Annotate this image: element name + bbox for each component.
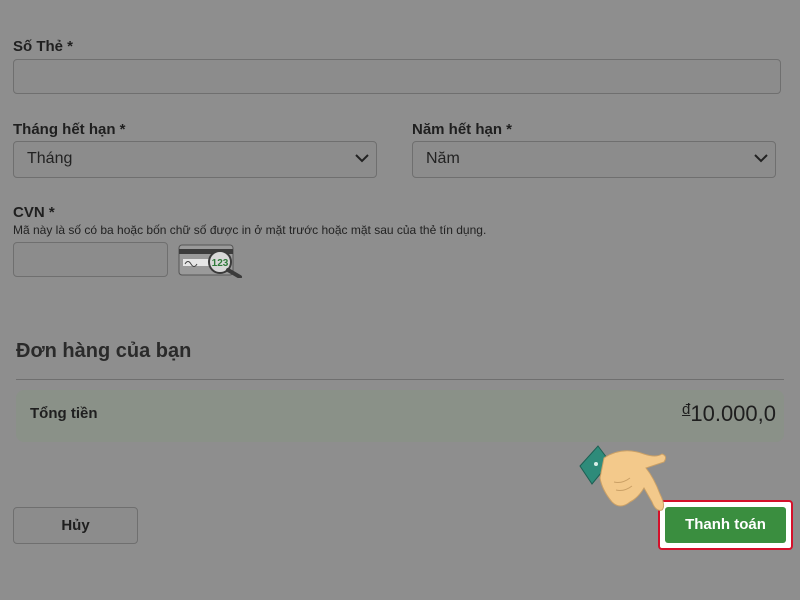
pay-button-highlight: Thanh toán [658,500,793,550]
order-total-row: Tổng tiền đ10.000,0 [16,390,784,442]
cvn-icon-text: 123 [212,258,229,269]
total-label: Tổng tiền [30,405,98,422]
pay-button[interactable]: Thanh toán [665,507,786,543]
expiry-month-select[interactable]: Tháng [13,141,377,178]
order-title: Đơn hàng của bạn [16,340,192,362]
cvn-input[interactable] [13,242,168,277]
total-value: đ10.000,0 [682,401,776,427]
expiry-year-select[interactable]: Năm [412,141,776,178]
expiry-year-value: Năm [426,150,460,167]
card-number-input[interactable] [13,59,781,94]
chevron-down-icon [754,154,768,163]
card-cvn-icon: 123 [178,244,242,278]
payment-page: Số Thẻ * Tháng hết hạn * Tháng Năm hết h… [0,0,800,600]
expiry-month-label: Tháng hết hạn * [13,121,126,138]
cancel-button[interactable]: Hủy [13,507,138,544]
cvn-label: CVN * [13,204,55,221]
cvn-hint: Mã này là số có ba hoặc bốn chữ số được … [13,223,487,237]
total-amount: 10.000,0 [690,401,776,426]
order-divider [16,379,784,380]
pointing-hand-icon [579,445,667,511]
expiry-year-label: Năm hết hạn * [412,121,513,138]
chevron-down-icon [355,154,369,163]
expiry-month-value: Tháng [27,150,73,167]
card-number-label: Số Thẻ * [13,38,74,55]
